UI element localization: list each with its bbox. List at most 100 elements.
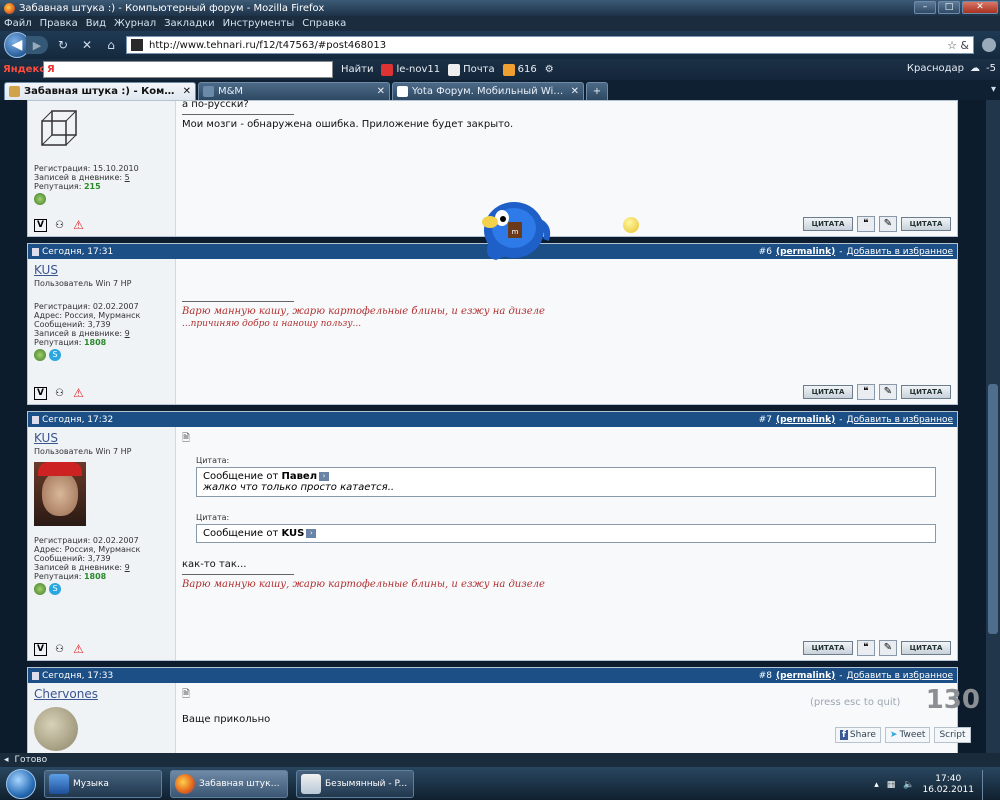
taskbar-item-firefox[interactable]: Забавная штука :... <box>170 769 288 798</box>
search-engine-icon[interactable] <box>982 38 996 52</box>
menu-bookmarks[interactable]: Закладки <box>164 18 215 29</box>
quick-quote-button[interactable]: ЦИТАТА <box>901 217 951 231</box>
author-avatar[interactable] <box>34 707 78 751</box>
report-warning-icon[interactable]: ⚠ <box>72 387 85 400</box>
tab-forum[interactable]: Забавная штука :) - Компьютерн... ✕ <box>4 82 196 100</box>
add-favorite-link[interactable]: Добавить в избранное <box>846 415 953 425</box>
close-tab-icon[interactable]: ✕ <box>571 86 579 97</box>
home-icon[interactable]: ⌂ <box>102 36 120 54</box>
edit-icon[interactable]: ✎ <box>879 216 897 232</box>
taskbar-label: Музыка <box>73 778 109 789</box>
view-post-arrow-icon[interactable]: › <box>306 528 317 538</box>
new-tab-button[interactable]: + <box>586 82 608 100</box>
report-warning-icon[interactable]: ⚠ <box>72 643 85 656</box>
quote-author[interactable]: KUS <box>281 528 304 539</box>
tab-mm[interactable]: M&M ✕ <box>198 82 390 100</box>
scrollbar-thumb[interactable] <box>988 384 998 634</box>
menu-view[interactable]: Вид <box>86 18 106 29</box>
start-button[interactable] <box>6 768 36 799</box>
maximize-button[interactable]: □ <box>938 1 960 14</box>
volume-icon[interactable]: 🔈 <box>903 780 914 790</box>
menu-history[interactable]: Журнал <box>114 18 156 29</box>
quick-quote-button[interactable]: ЦИТАТА <box>901 641 951 655</box>
cloud-icon: ☁ <box>970 63 981 74</box>
system-clock[interactable]: 17:40 16.02.2011 <box>922 774 974 796</box>
forward-button[interactable]: ▶ <box>26 36 48 54</box>
yandex-mail[interactable]: Почта <box>448 63 495 76</box>
quick-quote-button[interactable]: ЦИТАТА <box>901 385 951 399</box>
weather-widget[interactable]: Краснодар ☁ -5 <box>907 63 996 74</box>
quote-block: Сообщение от Павел › жалко что только про… <box>196 467 936 497</box>
tab-yota[interactable]: Yota Форум. Мобильный WiMAX ... ✕ <box>392 82 584 100</box>
post-number[interactable]: #8 <box>759 671 772 681</box>
users-icon[interactable]: ⚇ <box>53 643 66 656</box>
diary-link[interactable]: 9 <box>125 563 130 572</box>
yandex-search-button[interactable]: Найти <box>341 64 373 75</box>
script-button[interactable]: Script <box>934 727 971 743</box>
author-avatar[interactable] <box>34 462 86 526</box>
diary-link[interactable]: 5 <box>125 173 130 182</box>
taskbar-item-music[interactable]: Музыка <box>44 769 162 798</box>
tab-favicon <box>203 86 214 97</box>
gear-icon: ⚙ <box>544 64 554 75</box>
taskbar-item-paint[interactable]: Безымянный - P... <box>296 769 414 798</box>
skype-icon[interactable]: S <box>49 583 61 595</box>
bookmark-star-icon[interactable]: ☆ & <box>947 39 969 52</box>
stop-icon[interactable]: ✕ <box>78 36 96 54</box>
add-favorite-link[interactable]: Добавить в избранное <box>846 247 953 257</box>
profile-icon[interactable]: V <box>34 643 47 656</box>
menu-help[interactable]: Справка <box>302 18 346 29</box>
quote-author[interactable]: Павел <box>281 471 317 482</box>
multiquote-icon[interactable]: ❝ <box>857 640 875 656</box>
reputation-label: Репутация: <box>34 182 82 191</box>
permalink-link[interactable]: (permalink) <box>776 415 835 425</box>
users-icon[interactable]: ⚇ <box>53 387 66 400</box>
tab-list-icon[interactable]: ▾ <box>991 84 996 95</box>
skype-icon[interactable]: S <box>49 349 61 361</box>
window-titlebar[interactable]: Забавная штука :) - Компьютерный форум -… <box>0 0 1000 16</box>
post-number[interactable]: #7 <box>759 415 772 425</box>
settings-button[interactable]: ⚙ <box>545 64 554 75</box>
multiquote-icon[interactable]: ❝ <box>857 216 875 232</box>
close-window-button[interactable]: ✕ <box>962 1 998 14</box>
yandex-user[interactable]: le-nov11 <box>381 63 440 76</box>
yandex-logo[interactable]: Яндекс <box>3 64 45 75</box>
diary-link[interactable]: 9 <box>125 329 130 338</box>
reload-icon[interactable]: ↻ <box>54 36 72 54</box>
view-post-arrow-icon[interactable]: › <box>319 471 330 481</box>
close-tab-icon[interactable]: ✕ <box>377 86 385 97</box>
quote-button[interactable]: ЦИТАТА <box>803 385 853 399</box>
post-number[interactable]: #6 <box>759 247 772 257</box>
users-icon[interactable]: ⚇ <box>53 219 66 232</box>
menu-edit[interactable]: Правка <box>40 18 78 29</box>
quote-button[interactable]: ЦИТАТА <box>803 217 853 231</box>
network-icon[interactable]: ▦ <box>887 780 896 790</box>
author-name[interactable]: Chervones <box>34 687 169 701</box>
menu-tools[interactable]: Инструменты <box>223 18 295 29</box>
permalink-link[interactable]: (permalink) <box>776 247 835 257</box>
multiquote-icon[interactable]: ❝ <box>857 384 875 400</box>
profile-icon[interactable]: V <box>34 387 47 400</box>
menu-file[interactable]: Файл <box>4 18 32 29</box>
facebook-share-button[interactable]: f Share <box>835 727 881 743</box>
tray-expand-icon[interactable]: ▴ <box>874 780 879 790</box>
edit-icon[interactable]: ✎ <box>879 384 897 400</box>
add-favorite-link[interactable]: Добавить в избранное <box>846 671 953 681</box>
show-desktop-button[interactable] <box>982 770 994 800</box>
author-name[interactable]: KUS <box>34 431 169 445</box>
minimize-button[interactable]: – <box>914 1 936 14</box>
close-tab-icon[interactable]: ✕ <box>183 86 191 97</box>
permalink-link[interactable]: (permalink) <box>776 671 835 681</box>
report-warning-icon[interactable]: ⚠ <box>72 219 85 232</box>
author-name[interactable]: KUS <box>34 263 169 277</box>
navigation-toolbar: ◀ ▶ ↻ ✕ ⌂ http://www.tehnari.ru/f12/t475… <box>0 31 1000 59</box>
yandex-counter[interactable]: 616 <box>502 63 537 76</box>
yandex-search-input[interactable]: Я <box>43 61 333 78</box>
post-date-text: Сегодня, 17:33 <box>42 670 114 681</box>
quote-button[interactable]: ЦИТАТА <box>803 641 853 655</box>
edit-icon[interactable]: ✎ <box>879 640 897 656</box>
profile-icon[interactable]: V <box>34 219 47 232</box>
vertical-scrollbar[interactable] <box>986 100 1000 753</box>
url-bar[interactable]: http://www.tehnari.ru/f12/t47563/#post46… <box>126 36 974 54</box>
tweet-button[interactable]: ➤ Tweet <box>884 727 931 743</box>
